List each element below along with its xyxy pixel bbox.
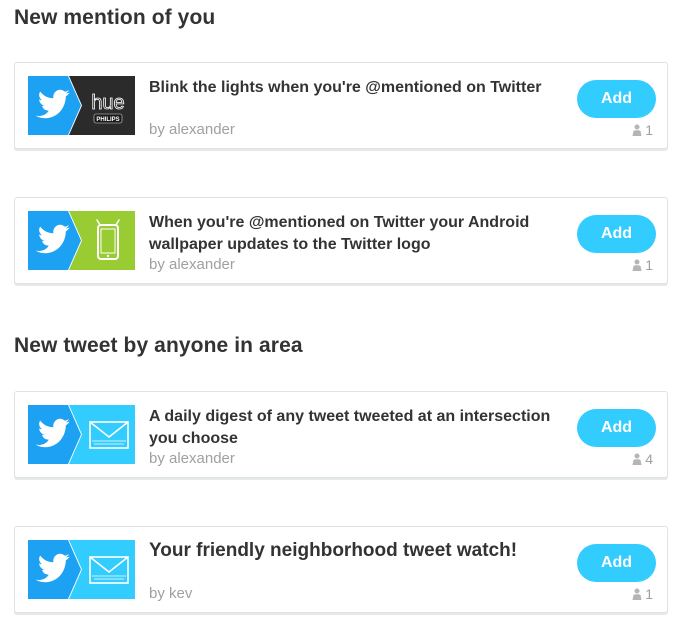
recipe-icons (28, 405, 135, 464)
recipe-card[interactable]: hue PHILIPS Blink the lights when you're… (14, 62, 668, 149)
user-count-value: 4 (645, 451, 653, 467)
recipe-card[interactable]: A daily digest of any tweet tweeted at a… (14, 391, 668, 478)
add-button[interactable]: Add (577, 80, 656, 118)
user-icon (632, 453, 642, 465)
user-count: 4 (632, 451, 653, 467)
recipe-icons (28, 211, 135, 270)
recipe-title[interactable]: Your friendly neighborhood tweet watch! (149, 540, 569, 562)
user-count-value: 1 (645, 586, 653, 602)
user-count-value: 1 (645, 257, 653, 273)
recipe-author[interactable]: by kev (149, 585, 192, 602)
recipe-title[interactable]: When you're @mentioned on Twitter your A… (149, 212, 569, 256)
recipe-list-page: New mention of you hue PHILIPS Blink the… (0, 0, 680, 631)
recipe-author[interactable]: by alexander (149, 121, 235, 138)
philips-logo-text: PHILIPS (96, 117, 119, 123)
recipe-author[interactable]: by alexander (149, 256, 235, 273)
user-count-value: 1 (645, 122, 653, 138)
recipe-card[interactable]: When you're @mentioned on Twitter your A… (14, 197, 668, 284)
recipe-card[interactable]: Your friendly neighborhood tweet watch! … (14, 526, 668, 613)
add-button[interactable]: Add (577, 544, 656, 582)
user-count: 1 (632, 257, 653, 273)
user-count: 1 (632, 122, 653, 138)
add-button[interactable]: Add (577, 215, 656, 253)
recipe-author[interactable]: by alexander (149, 450, 235, 467)
hue-logo-text: hue (91, 92, 124, 114)
user-icon (632, 588, 642, 600)
recipe-title[interactable]: A daily digest of any tweet tweeted at a… (149, 406, 569, 450)
user-icon (632, 259, 642, 271)
recipe-icons (28, 540, 135, 599)
recipe-title[interactable]: Blink the lights when you're @mentioned … (149, 77, 569, 99)
section-title: New tweet by anyone in area (14, 334, 303, 357)
section-title: New mention of you (14, 6, 216, 29)
add-button[interactable]: Add (577, 409, 656, 447)
user-icon (632, 124, 642, 136)
recipe-icons: hue PHILIPS (28, 76, 135, 135)
user-count: 1 (632, 586, 653, 602)
